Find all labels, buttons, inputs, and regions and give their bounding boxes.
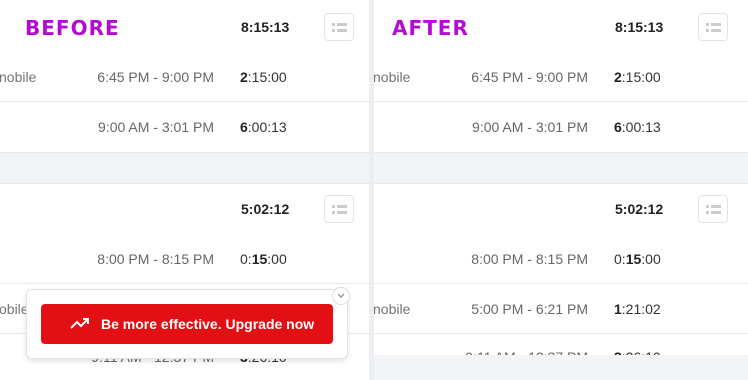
time-group-1: BEFORE 8:15:13 nobile 6:45 PM - 9:00 PM … (0, 0, 369, 153)
entry-range: 6:45 PM - 9:00 PM (471, 69, 588, 85)
collapse-popup-button[interactable] (332, 287, 350, 305)
entry-duration: 2:15:00 (240, 69, 287, 85)
time-entry-row[interactable]: 9:00 AM - 3:01 PM 6:00:13 (374, 102, 748, 152)
entry-range: 9:00 AM - 3:01 PM (472, 119, 588, 135)
upgrade-button[interactable]: Be more effective. Upgrade now (41, 304, 333, 344)
entry-label: nobile (374, 69, 411, 85)
time-entry-row[interactable]: 8:00 PM - 8:15 PM 0:15:00 (0, 234, 369, 284)
time-group-2: 5:02:12 8:00 PM - 8:15 PM 0:15:00 nobile… (374, 183, 748, 380)
after-tag: AFTER (392, 16, 469, 40)
group-total: 8:15:13 (241, 19, 290, 35)
entry-duration: 2:15:00 (614, 69, 661, 85)
entry-range: 5:00 PM - 6:21 PM (471, 301, 588, 317)
time-entry-row[interactable]: 9:00 AM - 3:01 PM 6:00:13 (0, 102, 369, 152)
list-icon (332, 23, 347, 32)
list-icon (332, 205, 347, 214)
after-panel: AFTER 8:15:13 nobile 6:45 PM - 9:00 PM 2… (374, 0, 748, 380)
upgrade-popup: Be more effective. Upgrade now (26, 289, 348, 359)
upgrade-label: Be more effective. Upgrade now (101, 316, 315, 332)
entry-label: nobile (0, 69, 37, 85)
list-icon (706, 205, 721, 214)
entry-label: nobile (374, 301, 411, 317)
trending-up-icon (70, 318, 89, 329)
before-panel: BEFORE 8:15:13 nobile 6:45 PM - 9:00 PM … (0, 0, 369, 380)
list-view-button[interactable] (324, 13, 354, 41)
time-entry-row[interactable]: 8:00 PM - 8:15 PM 0:15:00 (374, 234, 748, 284)
time-entry-row[interactable]: nobile 6:45 PM - 9:00 PM 2:15:00 (374, 52, 748, 102)
group-total: 5:02:12 (241, 201, 290, 217)
list-view-button[interactable] (324, 195, 354, 223)
time-entry-row[interactable]: nobile 5:00 PM - 6:21 PM 1:21:02 (374, 284, 748, 334)
list-view-button[interactable] (698, 13, 728, 41)
bottom-fade (374, 355, 748, 380)
list-view-button[interactable] (698, 195, 728, 223)
group-total: 8:15:13 (615, 19, 664, 35)
entry-range: 8:00 PM - 8:15 PM (97, 251, 214, 267)
entry-range: 9:00 AM - 3:01 PM (98, 119, 214, 135)
entry-duration: 1:21:02 (614, 301, 661, 317)
entry-duration: 0:15:00 (614, 251, 661, 267)
time-entry-row[interactable]: nobile 6:45 PM - 9:00 PM 2:15:00 (0, 52, 369, 102)
entry-label: obile (0, 301, 29, 317)
before-tag: BEFORE (25, 16, 120, 40)
entry-duration: 0:15:00 (240, 251, 287, 267)
time-group-1: AFTER 8:15:13 nobile 6:45 PM - 9:00 PM 2… (374, 0, 748, 153)
entry-duration: 6:00:13 (240, 119, 287, 135)
entry-range: 8:00 PM - 8:15 PM (471, 251, 588, 267)
chevron-down-icon (337, 293, 345, 298)
entry-duration: 6:00:13 (614, 119, 661, 135)
group-total: 5:02:12 (615, 201, 664, 217)
entry-range: 6:45 PM - 9:00 PM (97, 69, 214, 85)
list-icon (706, 23, 721, 32)
